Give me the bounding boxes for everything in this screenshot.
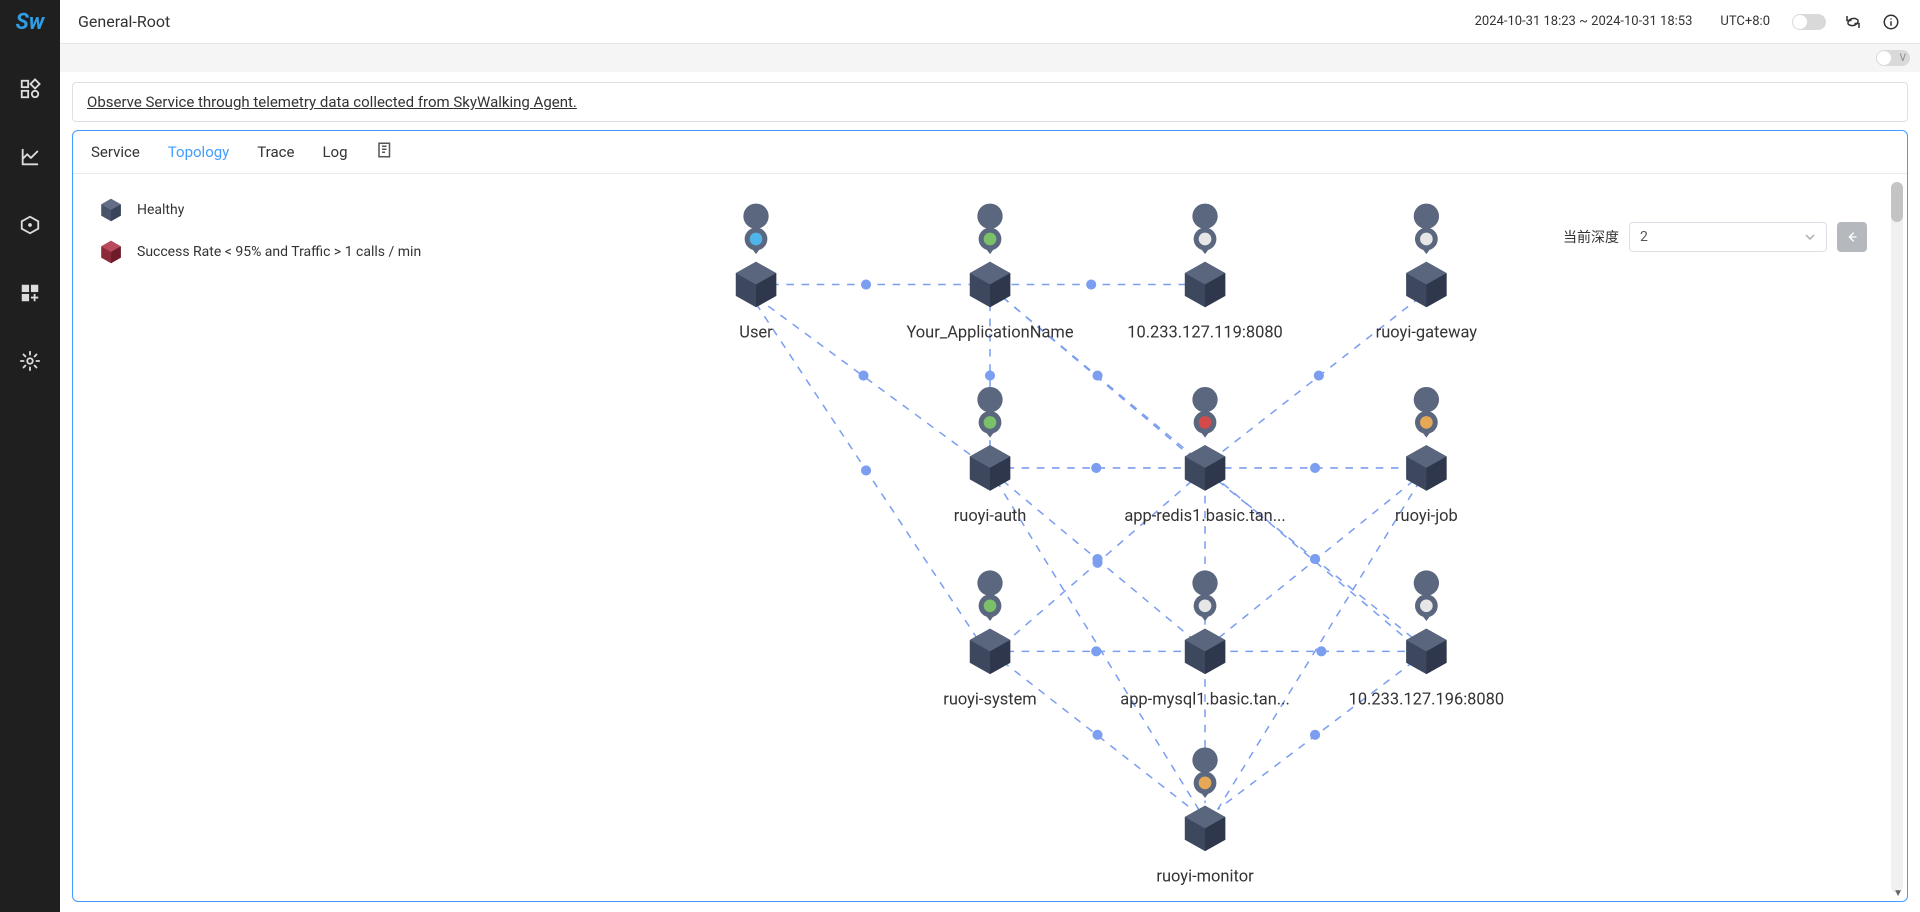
- back-button[interactable]: [1837, 222, 1867, 252]
- node-ip1[interactable]: 10.233.127.119:8080: [1127, 204, 1283, 343]
- time-range[interactable]: 2024-10-31 18:23 ~ 2024-10-31 18:53: [1475, 14, 1693, 29]
- node-user[interactable]: User: [736, 204, 776, 343]
- info-icon[interactable]: [1880, 11, 1902, 33]
- legend-unhealthy-label: Success Rate < 95% and Traffic > 1 calls…: [137, 244, 421, 260]
- nav-alert-icon[interactable]: [16, 211, 44, 239]
- topology-svg: User Your_ApplicationName 10.233.127.119…: [73, 174, 1907, 901]
- tab-trace[interactable]: Trace: [257, 143, 294, 161]
- description-box: Observe Service through telemetry data c…: [72, 82, 1908, 122]
- tab-service[interactable]: Service: [91, 143, 140, 161]
- node-system[interactable]: ruoyi-system: [943, 570, 1036, 709]
- node-auth[interactable]: ruoyi-auth: [954, 387, 1027, 526]
- node-gateway[interactable]: ruoyi-gateway: [1376, 204, 1478, 343]
- chevron-down-icon: [1804, 231, 1816, 243]
- scrollbar-thumb[interactable]: [1891, 182, 1903, 222]
- tab-topology[interactable]: Topology: [168, 143, 229, 161]
- legend-healthy-label: Healthy: [137, 202, 184, 218]
- node-user-label: User: [739, 324, 773, 343]
- refresh-icon[interactable]: [1842, 11, 1864, 33]
- scrollbar-vertical[interactable]: [1891, 182, 1903, 893]
- node-monitor[interactable]: ruoyi-monitor: [1156, 747, 1254, 886]
- logo: Sw: [16, 10, 45, 35]
- nav-dashboard-icon[interactable]: [16, 75, 44, 103]
- node-job[interactable]: ruoyi-job: [1395, 387, 1458, 526]
- topology-canvas[interactable]: Healthy Success Rate < 95% and Traffic >…: [73, 174, 1907, 901]
- sidebar: Sw: [0, 0, 60, 912]
- timezone-label: UTC+8:0: [1720, 14, 1770, 29]
- node-ip2[interactable]: 10.233.127.196:8080: [1349, 570, 1505, 709]
- node-ip2-label: 10.233.127.196:8080: [1349, 690, 1505, 709]
- legend-unhealthy-icon: [97, 238, 125, 266]
- page-title: General-Root: [78, 12, 170, 31]
- node-your-app-label: Your_ApplicationName: [906, 324, 1073, 343]
- node-redis-label: app-redis1.basic.tan...: [1124, 507, 1285, 526]
- legend: Healthy Success Rate < 95% and Traffic >…: [97, 196, 421, 280]
- node-redis[interactable]: app-redis1.basic.tan...: [1124, 387, 1285, 526]
- tab-edit-icon[interactable]: [376, 141, 394, 163]
- theme-toggle[interactable]: [1792, 14, 1826, 30]
- tab-log[interactable]: Log: [322, 143, 347, 161]
- scroll-down-icon[interactable]: ▼: [1893, 888, 1903, 899]
- nav-chart-icon[interactable]: [16, 143, 44, 171]
- nav-grid-icon[interactable]: [16, 279, 44, 307]
- subbar: V: [60, 44, 1920, 72]
- node-ip1-label: 10.233.127.119:8080: [1127, 324, 1283, 343]
- node-gateway-label: ruoyi-gateway: [1376, 324, 1478, 343]
- nav-settings-icon[interactable]: [16, 347, 44, 375]
- view-toggle[interactable]: V: [1876, 50, 1910, 66]
- node-job-label: ruoyi-job: [1395, 507, 1458, 526]
- node-mysql[interactable]: app-mysql1.basic.tan...: [1120, 570, 1290, 709]
- tabs: Service Topology Trace Log: [73, 131, 1907, 174]
- depth-value: 2: [1640, 229, 1648, 245]
- node-system-label: ruoyi-system: [943, 690, 1036, 709]
- depth-select[interactable]: 2: [1629, 222, 1827, 252]
- node-auth-label: ruoyi-auth: [954, 507, 1027, 526]
- description-text: Observe Service through telemetry data c…: [87, 93, 577, 111]
- depth-control: 当前深度 2: [1563, 222, 1867, 252]
- node-monitor-label: ruoyi-monitor: [1156, 868, 1254, 887]
- legend-healthy-icon: [97, 196, 125, 224]
- node-mysql-label: app-mysql1.basic.tan...: [1120, 690, 1290, 709]
- panel: Service Topology Trace Log Heal: [72, 130, 1908, 902]
- depth-label: 当前深度: [1563, 227, 1619, 247]
- topbar: General-Root 2024-10-31 18:23 ~ 2024-10-…: [60, 0, 1920, 44]
- view-toggle-label: V: [1900, 53, 1906, 64]
